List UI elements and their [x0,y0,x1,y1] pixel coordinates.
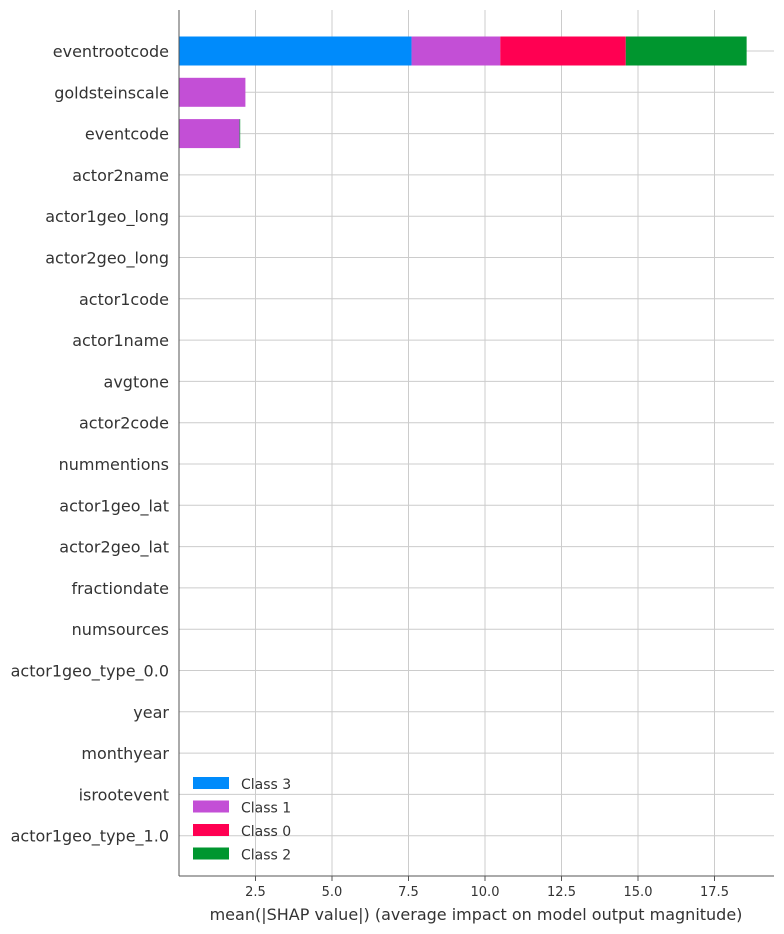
bar-segment [179,36,412,66]
x-tick-label: 5.0 [322,885,343,900]
legend-label: Class 3 [241,777,291,793]
shap-summary-chart: eventrootcode goldsteinscale eventcode acto… [0,0,784,934]
axis-layer: eventrootcode goldsteinscale eventcode acto… [11,10,774,900]
legend-swatch [193,777,229,789]
feature-label: actor2geo_long [45,249,169,269]
feature-label: actor1code [79,290,169,309]
grid-layer [179,10,774,876]
feature-label: nummentions [59,455,169,474]
feature-label: actor1geo_type_0.0 [11,662,169,682]
bar-segment [411,36,501,66]
feature-label: eventrootcode [53,42,169,61]
bar-segment [179,77,246,107]
x-axis-title: mean(|SHAP value|) (average impact on mo… [210,905,743,924]
bar-segment [179,119,240,149]
feature-label: monthyear [81,744,169,763]
bar-segment [239,119,241,149]
x-tick-label: 7.5 [398,885,419,900]
x-tick-label: 2.5 [245,885,266,900]
feature-label: actor1geo_type_1.0 [11,827,169,847]
chart-canvas: eventrootcode goldsteinscale eventcode acto… [11,10,774,924]
feature-label: actor1geo_lat [59,496,169,516]
feature-label: actor2name [72,166,169,185]
legend-label: Class 1 [241,801,291,817]
bar-segment [625,36,747,66]
legend-swatch [193,824,229,836]
bar-segment [500,36,626,66]
legend-swatch [193,847,229,860]
feature-label: fractiondate [71,579,169,598]
legend-swatch [193,800,229,813]
x-tick-label: 10.0 [471,885,500,900]
legend-label: Class 2 [241,848,291,864]
legend-label: Class 0 [241,824,291,840]
feature-label: actor1name [72,331,169,350]
legend: Class 3 Class 1 Class 0 Class 2 [193,777,291,864]
feature-label: avgtone [104,372,169,391]
x-tick-label: 15.0 [624,885,653,900]
feature-label: eventcode [85,125,169,144]
feature-label: year [133,703,169,722]
x-tick-label: 12.5 [547,885,576,900]
feature-label: actor2geo_lat [59,538,169,558]
feature-label: isrootevent [79,785,169,804]
feature-label: actor2code [79,414,169,433]
feature-label: numsources [72,620,169,639]
feature-label: goldsteinscale [54,83,169,102]
x-tick-label: 17.5 [700,885,729,900]
feature-label: actor1geo_long [45,207,169,227]
